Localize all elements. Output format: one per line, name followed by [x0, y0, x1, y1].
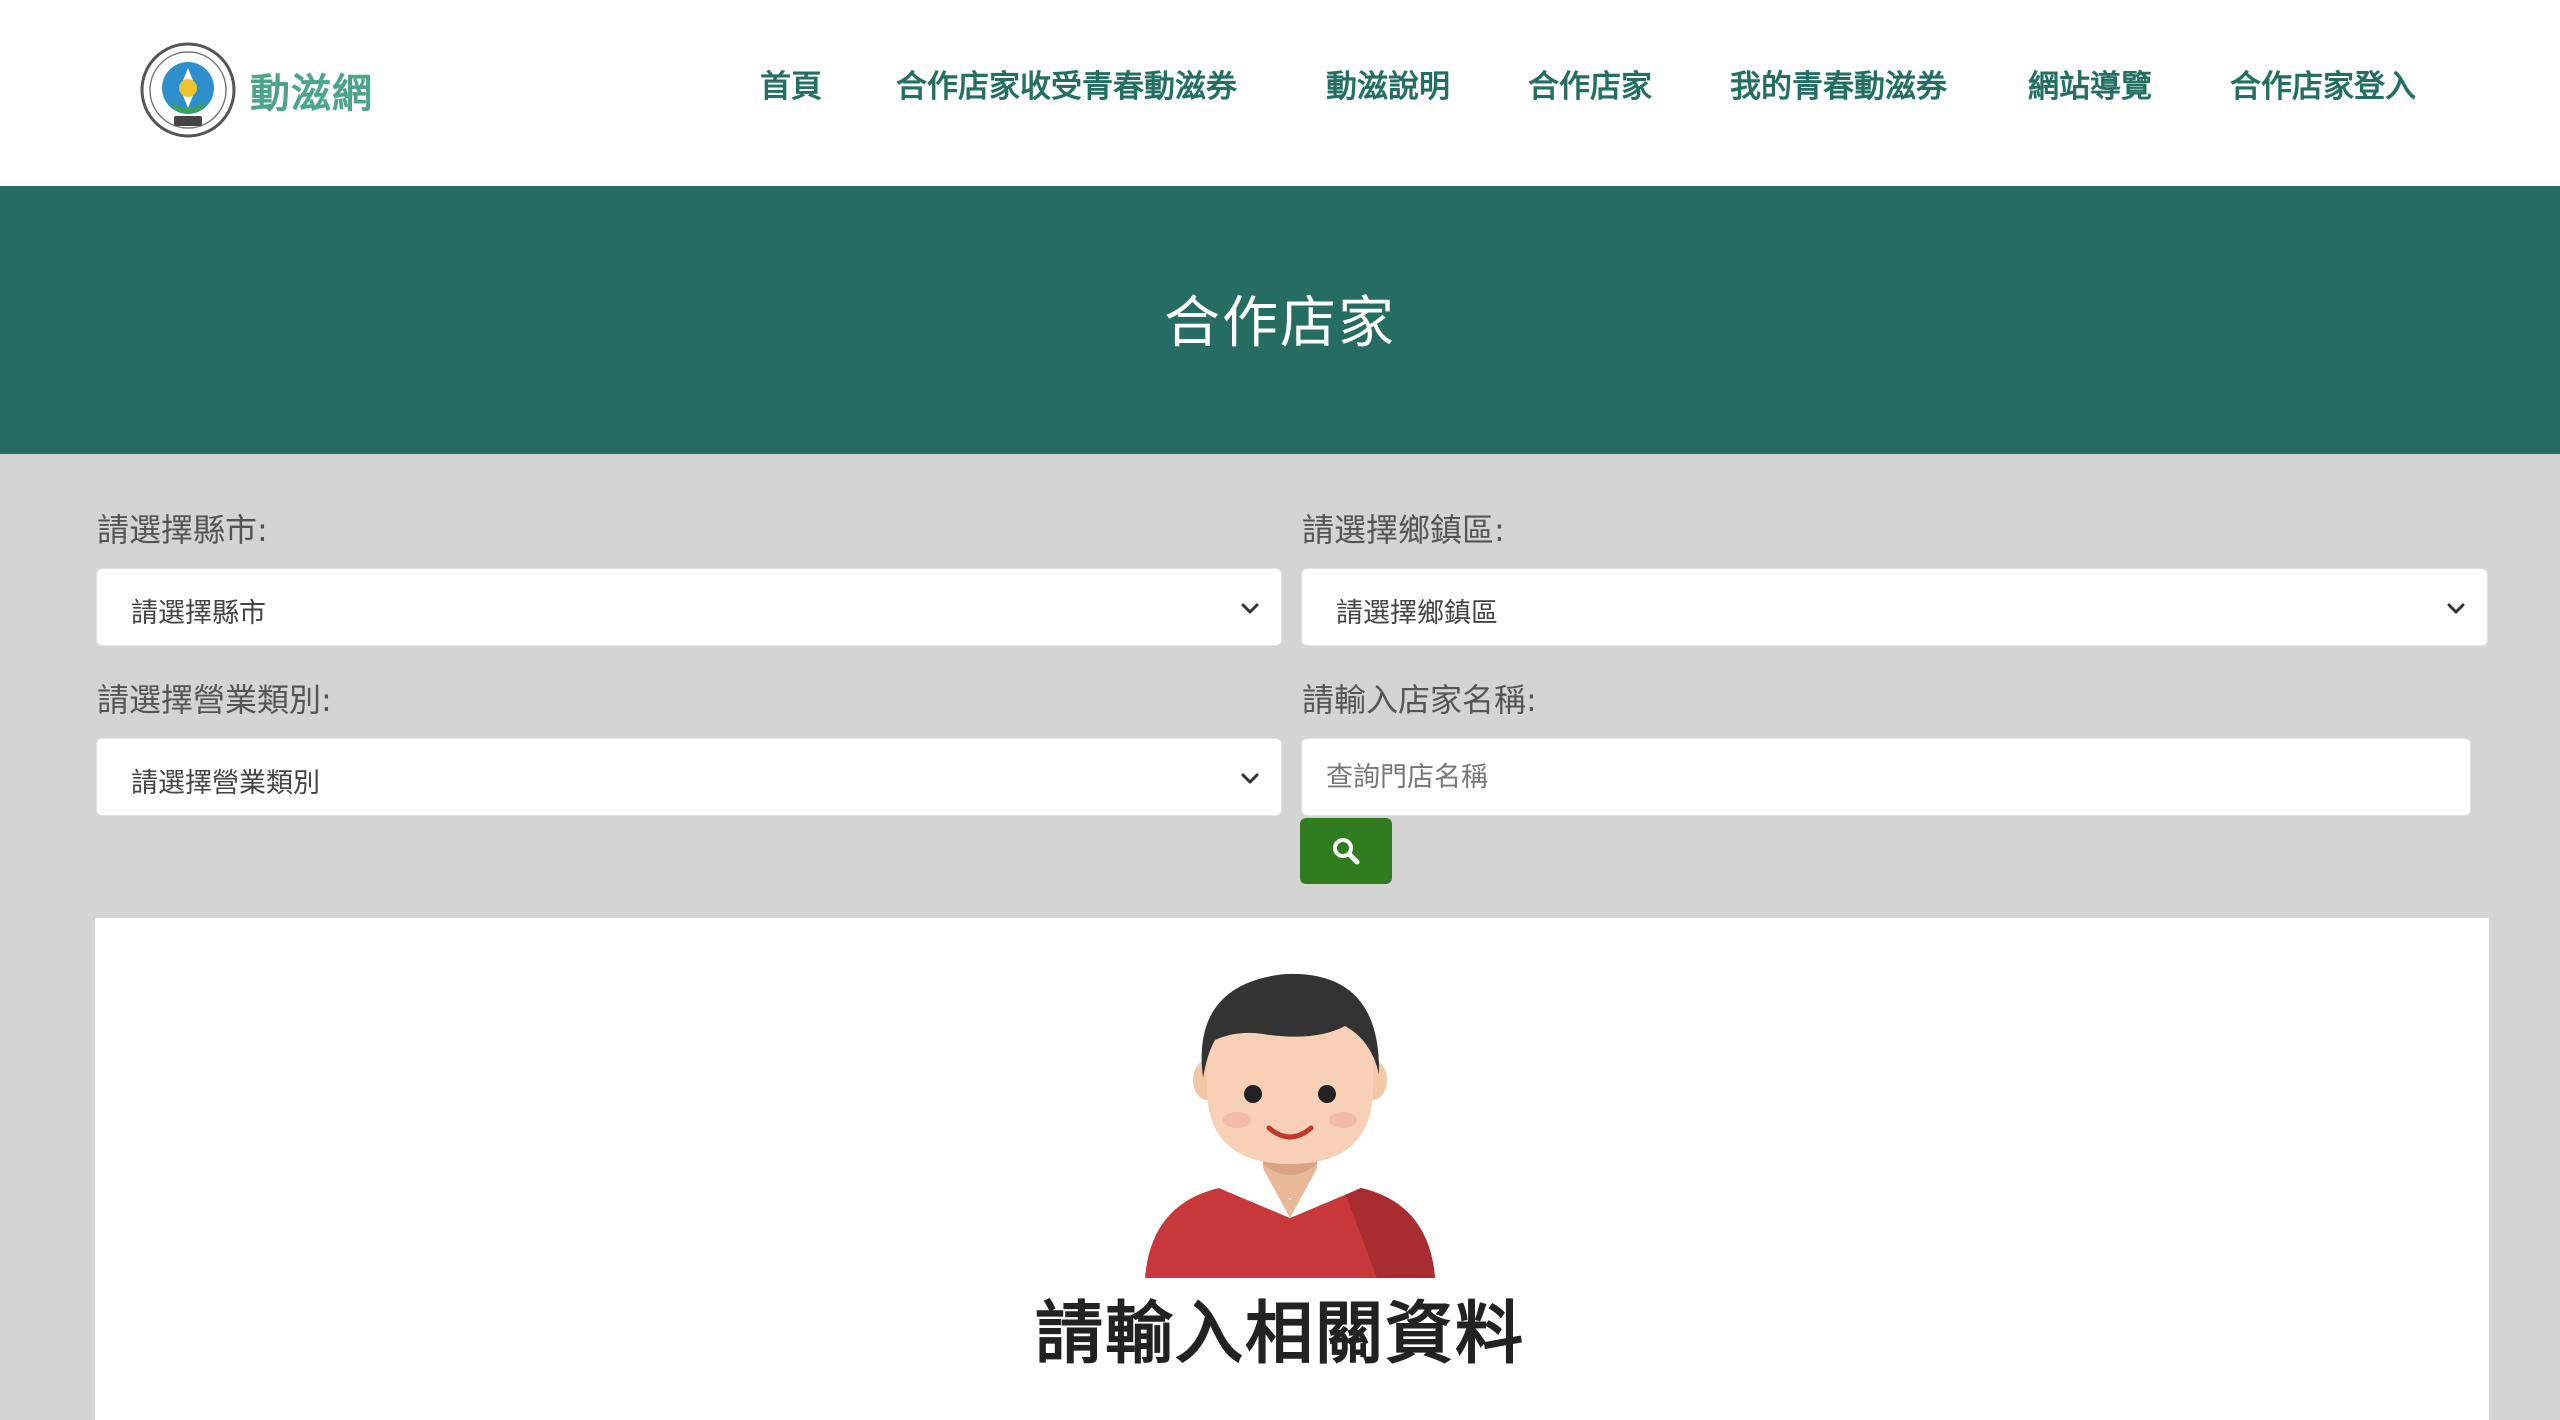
page-title: 合作店家 — [1164, 291, 1396, 356]
nav-my-vouchers[interactable]: 我的青春動滋券 — [1730, 62, 1947, 112]
chevron-down-icon — [1241, 603, 1259, 614]
chevron-down-icon — [2447, 603, 2465, 614]
category-select[interactable]: 請選擇營業類別 — [96, 738, 1282, 816]
county-selected-value: 請選擇縣市 — [131, 598, 266, 629]
person-avatar-icon — [1145, 973, 1435, 1278]
nav-partner-stores[interactable]: 合作店家 — [1528, 62, 1652, 112]
county-select[interactable]: 請選擇縣市 — [96, 568, 1282, 646]
category-label: 請選擇營業類別: — [97, 681, 332, 719]
nav-home[interactable]: 首頁 — [760, 62, 822, 112]
main-nav: 首頁 合作店家收受青春動滋券 動滋說明 合作店家 我的青春動滋券 網站導覽 合作… — [0, 62, 2560, 112]
category-selected-value: 請選擇營業類別 — [131, 768, 320, 799]
empty-state-message: 請輸入相關資料 — [1034, 1295, 1525, 1374]
page-banner: 合作店家 — [0, 186, 2560, 454]
site-header: 動滋網 首頁 合作店家收受青春動滋券 動滋說明 合作店家 我的青春動滋券 網站導… — [0, 0, 2560, 186]
nav-description[interactable]: 動滋說明 — [1326, 62, 1450, 112]
store-name-label: 請輸入店家名稱: — [1302, 681, 1537, 719]
store-name-input[interactable] — [1301, 738, 2471, 816]
chevron-down-icon — [1241, 773, 1259, 784]
county-label: 請選擇縣市: — [97, 511, 268, 549]
search-icon — [1333, 838, 1360, 865]
nav-site-map[interactable]: 網站導覽 — [2028, 62, 2152, 112]
nav-partner-vouchers[interactable]: 合作店家收受青春動滋券 — [896, 62, 1237, 112]
nav-partner-login[interactable]: 合作店家登入 — [2230, 62, 2416, 112]
district-label: 請選擇鄉鎮區: — [1302, 511, 1505, 549]
district-select[interactable]: 請選擇鄉鎮區 — [1301, 568, 2488, 646]
search-button[interactable] — [1300, 818, 1392, 884]
district-selected-value: 請選擇鄉鎮區 — [1336, 598, 1498, 629]
